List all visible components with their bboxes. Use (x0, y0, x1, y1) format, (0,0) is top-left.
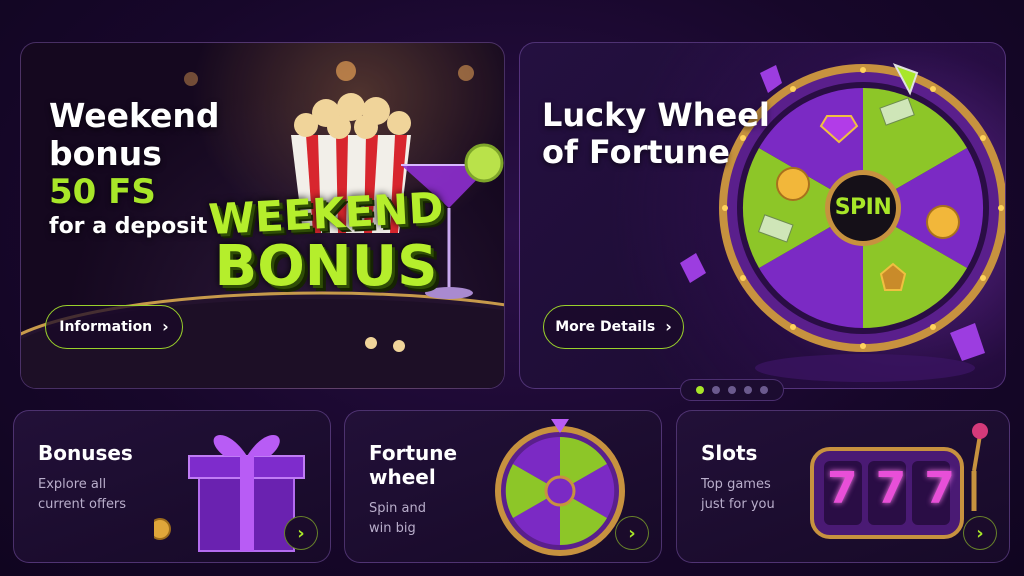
carousel-dot-2[interactable] (712, 386, 720, 394)
bonuses-card-title: Bonuses (38, 441, 133, 465)
carousel-dot-1[interactable] (696, 386, 704, 394)
title-line-lucky-wheel: Lucky Wheel (542, 96, 770, 134)
fortune-wheel-title-line2: wheel (369, 465, 436, 489)
carousel-dot-5[interactable] (760, 386, 768, 394)
weekend-bonus-title: Weekend bonus 50 FS for a deposit (49, 97, 220, 239)
fortune-wheel-icon (495, 419, 625, 556)
chevron-right-icon: › (976, 522, 984, 544)
information-button[interactable]: Information › (45, 305, 183, 349)
fortune-wheel-arrow-button[interactable]: › (615, 516, 649, 550)
slots-card[interactable]: 777 Slots Top games just for you › (676, 410, 1010, 563)
slots-arrow-button[interactable]: › (963, 516, 997, 550)
weekend-bonus-3d-text: WEEKEND BONUS (206, 183, 446, 299)
slots-card-title: Slots (701, 441, 758, 465)
more-details-button[interactable]: More Details › (543, 305, 684, 349)
fortune-wheel-subtitle-line2: win big (369, 520, 416, 536)
chevron-right-icon: › (665, 317, 672, 336)
lucky-wheel-banner[interactable]: SPIN Lucky Wheel of Fortune More Details… (519, 42, 1006, 389)
fortune-wheel-card-subtitle: Spin and win big (369, 499, 426, 538)
lucky-wheel-title: Lucky Wheel of Fortune (542, 97, 770, 171)
more-details-button-label: More Details (555, 319, 656, 335)
title-line-bonus: bonus (49, 133, 162, 173)
slots-subtitle-line1: Top games (701, 477, 771, 492)
fortune-wheel-subtitle-line1: Spin and (369, 501, 426, 516)
bonuses-subtitle-line1: Explore all (38, 477, 107, 492)
carousel-dot-3[interactable] (728, 386, 736, 394)
slots-subtitle-line2: just for you (701, 496, 775, 512)
bonuses-arrow-button[interactable]: › (284, 516, 318, 550)
fortune-wheel-card-title: Fortune wheel (369, 441, 457, 489)
spin-label[interactable]: SPIN (820, 195, 906, 220)
deposit-subline: for a deposit (49, 213, 208, 239)
carousel-dot-4[interactable] (744, 386, 752, 394)
banner-text-bonus: BONUS (214, 234, 438, 299)
title-line-of-fortune: of Fortune (542, 132, 730, 171)
chevron-right-icon: › (162, 317, 169, 336)
bonuses-subtitle-line2: current offers (38, 496, 127, 512)
carousel-pagination (680, 379, 784, 401)
chevron-right-icon: › (628, 522, 636, 544)
fortune-wheel-title-line1: Fortune (369, 441, 458, 465)
chevron-right-icon: › (297, 522, 305, 544)
bonuses-card-subtitle: Explore all current offers (38, 475, 126, 514)
banner-text-weekend: WEEKEND (207, 182, 445, 245)
fortune-wheel-card[interactable]: Fortune wheel Spin and win big › (344, 410, 662, 563)
title-line-weekend: Weekend (49, 96, 220, 135)
free-spins-highlight: 50 FS (49, 171, 156, 212)
slots-card-subtitle: Top games just for you (701, 475, 775, 514)
information-button-label: Information (59, 319, 153, 335)
weekend-bonus-banner[interactable]: WEEKEND BONUS Weekend bonus 50 FS for a … (20, 42, 505, 389)
slot-reels-text: 777 (827, 463, 973, 514)
bonuses-card[interactable]: Bonuses Explore all current offers › (13, 410, 331, 563)
